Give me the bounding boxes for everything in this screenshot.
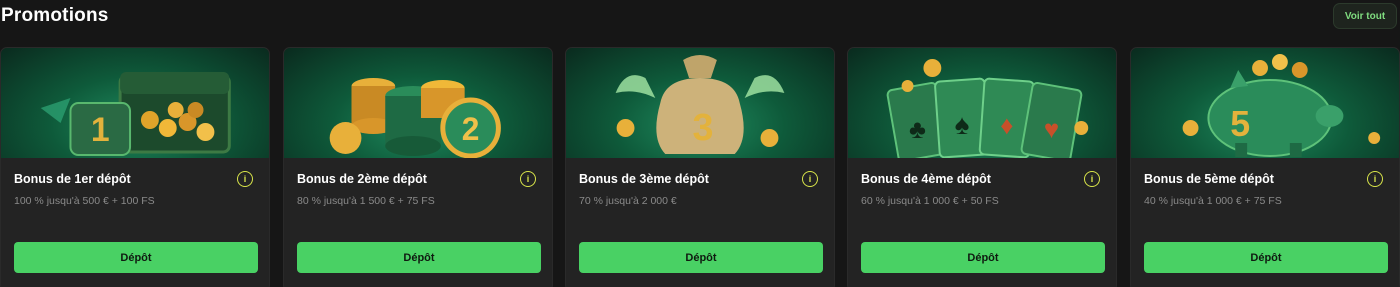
card-subtitle: 40 % jusqu'à 1 000 € + 75 FS	[1144, 195, 1282, 207]
card-subtitle: 100 % jusqu'à 500 € + 100 FS	[14, 195, 155, 207]
svg-text:3: 3	[692, 107, 713, 149]
card-title: Bonus de 5ème dépôt	[1144, 172, 1274, 186]
deposit-button[interactable]: Dépôt	[297, 242, 541, 273]
promotion-card-3[interactable]: 3 Bonus de 3ème dépôt i 70 % jusqu'à 2 0…	[565, 47, 835, 287]
promotion-card-4[interactable]: ♣ ♠ ♦ ♥ Bonus de 4ème dépôt i 60 % jusqu…	[847, 47, 1117, 287]
promotions-header: Promotions Voir tout	[0, 0, 1400, 40]
deposit-button[interactable]: Dépôt	[14, 242, 258, 273]
info-icon[interactable]: i	[802, 171, 818, 187]
card-title: Bonus de 4ème dépôt	[861, 172, 991, 186]
treasure-chest-icon: 1	[1, 48, 269, 158]
piggy-bank-icon: 5	[1131, 48, 1399, 158]
svg-text:♣: ♣	[909, 116, 926, 144]
promotion-card-1[interactable]: 1 Bonus de 1er dépôt i 100 % jusqu'à 500…	[0, 47, 270, 287]
deposit-button[interactable]: Dépôt	[1144, 242, 1388, 273]
info-icon[interactable]: i	[1367, 171, 1383, 187]
card-subtitle: 60 % jusqu'à 1 000 € + 50 FS	[861, 195, 999, 207]
svg-text:♥: ♥	[1044, 116, 1059, 144]
casino-chips-icon: 2	[284, 48, 552, 158]
money-bag-icon: 3	[566, 48, 834, 158]
page-title: Promotions	[1, 5, 109, 26]
svg-text:♦: ♦	[1000, 112, 1013, 140]
card-subtitle: 80 % jusqu'à 1 500 € + 75 FS	[297, 195, 435, 207]
deposit-button[interactable]: Dépôt	[861, 242, 1105, 273]
promotion-cards: 1 Bonus de 1er dépôt i 100 % jusqu'à 500…	[0, 47, 1400, 287]
card-subtitle: 70 % jusqu'à 2 000 €	[579, 195, 677, 207]
info-icon[interactable]: i	[237, 171, 253, 187]
card-title: Bonus de 2ème dépôt	[297, 172, 427, 186]
svg-text:♠: ♠	[955, 109, 970, 140]
see-all-button[interactable]: Voir tout	[1333, 3, 1397, 29]
promotion-card-2[interactable]: 2 Bonus de 2ème dépôt i 80 % jusqu'à 1 5…	[283, 47, 553, 287]
info-icon[interactable]: i	[520, 171, 536, 187]
svg-text:1: 1	[91, 111, 110, 149]
playing-cards-icon: ♣ ♠ ♦ ♥	[848, 48, 1116, 158]
promotion-card-5[interactable]: 5 Bonus de 5ème dépôt i 40 % jusqu'à 1 0…	[1130, 47, 1400, 287]
svg-text:2: 2	[462, 111, 480, 147]
card-title: Bonus de 1er dépôt	[14, 172, 131, 186]
info-icon[interactable]: i	[1084, 171, 1100, 187]
deposit-button[interactable]: Dépôt	[579, 242, 823, 273]
svg-text:5: 5	[1230, 104, 1250, 144]
card-title: Bonus de 3ème dépôt	[579, 172, 709, 186]
